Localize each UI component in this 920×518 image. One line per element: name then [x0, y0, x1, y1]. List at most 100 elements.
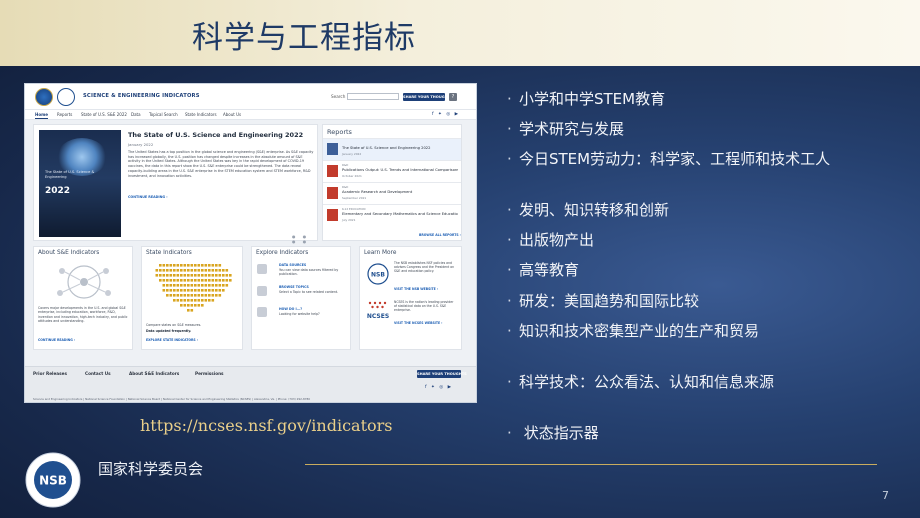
state-dot[interactable]: [211, 299, 215, 302]
state-dot[interactable]: [183, 289, 187, 292]
state-dot[interactable]: [187, 274, 190, 277]
state-dot[interactable]: [173, 264, 176, 267]
state-dot[interactable]: [169, 269, 173, 272]
state-dot[interactable]: [194, 269, 197, 272]
state-dot[interactable]: [187, 294, 190, 297]
state-dot[interactable]: [194, 299, 197, 302]
browse-reports-link[interactable]: BROWSE ALL REPORTS ›: [419, 233, 461, 237]
state-dot[interactable]: [204, 269, 208, 272]
report-item[interactable]: R&D Publications Output: U.S. Trends and…: [323, 160, 461, 182]
state-dot[interactable]: [183, 274, 187, 277]
state-dot[interactable]: [218, 284, 222, 287]
state-dot[interactable]: [176, 274, 180, 277]
state-dot[interactable]: [190, 299, 194, 302]
state-dot[interactable]: [201, 274, 204, 277]
state-dot[interactable]: [194, 264, 197, 267]
footer-contact-us[interactable]: Contact Us: [85, 371, 111, 376]
state-dot[interactable]: [197, 284, 201, 287]
state-dot[interactable]: [166, 284, 169, 287]
report-item[interactable]: R&D Academic Research and Development Se…: [323, 182, 461, 204]
nav-topical-search[interactable]: Topical Search: [149, 112, 178, 117]
state-dot[interactable]: [218, 279, 222, 282]
about-continue-link[interactable]: CONTINUE READING ›: [38, 338, 75, 342]
state-dot[interactable]: [162, 289, 166, 292]
footer-prior-releases[interactable]: Prior Releases: [33, 371, 67, 376]
data-sources-link[interactable]: DATA SOURCES: [279, 263, 306, 267]
state-dot[interactable]: [190, 309, 194, 312]
state-dot[interactable]: [176, 294, 180, 297]
state-dot[interactable]: [201, 289, 204, 292]
state-dot[interactable]: [204, 284, 208, 287]
nav-state-indicators[interactable]: State Indicators: [185, 112, 217, 117]
state-dot[interactable]: [229, 279, 232, 282]
share-thoughts-button[interactable]: SHARE YOUR THOUGHTS: [403, 93, 453, 101]
state-dot[interactable]: [229, 274, 232, 277]
nav-state-2022[interactable]: State of U.S. S&E 2022: [81, 112, 127, 117]
state-dot[interactable]: [183, 294, 187, 297]
state-dot[interactable]: [194, 274, 197, 277]
state-dot[interactable]: [197, 304, 201, 307]
state-dot[interactable]: [190, 279, 194, 282]
state-dot[interactable]: [215, 279, 218, 282]
state-dot[interactable]: [166, 289, 169, 292]
state-dot[interactable]: [208, 299, 211, 302]
social-icons[interactable]: f ✦ ◎ ▶: [432, 112, 460, 117]
state-dot[interactable]: [173, 269, 176, 272]
state-dot[interactable]: [201, 284, 204, 287]
state-dot[interactable]: [197, 294, 201, 297]
state-dot[interactable]: [176, 279, 180, 282]
state-dot[interactable]: [190, 294, 194, 297]
nsb-badge-icon[interactable]: NSB: [364, 262, 392, 286]
state-dot[interactable]: [169, 264, 173, 267]
state-dot[interactable]: [201, 279, 204, 282]
browse-topics-link[interactable]: BROWSE TOPICS: [279, 285, 309, 289]
state-dot[interactable]: [190, 284, 194, 287]
state-dot[interactable]: [159, 269, 162, 272]
state-dot[interactable]: [215, 269, 218, 272]
footer-share-button[interactable]: SHARE YOUR THOUGHTS: [417, 370, 467, 378]
nav-data[interactable]: Data: [131, 112, 141, 117]
state-dot[interactable]: [183, 304, 187, 307]
state-dot[interactable]: [222, 269, 225, 272]
state-dot[interactable]: [204, 289, 208, 292]
state-dot[interactable]: [180, 284, 183, 287]
state-dot[interactable]: [190, 274, 194, 277]
state-dot[interactable]: [180, 294, 183, 297]
state-dot[interactable]: [180, 274, 183, 277]
state-dot[interactable]: [218, 269, 222, 272]
state-dot[interactable]: [211, 294, 215, 297]
state-dot[interactable]: [155, 274, 159, 277]
state-dot[interactable]: [208, 294, 211, 297]
state-dot[interactable]: [187, 299, 190, 302]
state-dot[interactable]: [201, 304, 204, 307]
state-dot[interactable]: [208, 269, 211, 272]
state-dot[interactable]: [215, 264, 218, 267]
state-dot[interactable]: [180, 304, 183, 307]
state-dot[interactable]: [215, 274, 218, 277]
state-dot[interactable]: [215, 294, 218, 297]
state-dot[interactable]: [180, 264, 183, 267]
state-dot[interactable]: [180, 279, 183, 282]
state-dot[interactable]: [194, 279, 197, 282]
state-dot[interactable]: [197, 299, 201, 302]
carousel-dots[interactable]: ● ● ● ●: [292, 234, 317, 244]
state-dot[interactable]: [169, 274, 173, 277]
state-dot[interactable]: [201, 299, 204, 302]
report-item[interactable]: The State of U.S. Science and Engineerin…: [323, 138, 461, 160]
state-dot[interactable]: [183, 264, 187, 267]
state-dot[interactable]: [204, 299, 208, 302]
state-dot[interactable]: [225, 284, 229, 287]
state-dot[interactable]: [173, 294, 176, 297]
state-dot[interactable]: [173, 279, 176, 282]
state-dot[interactable]: [183, 269, 187, 272]
footer-social-icons[interactable]: f ✦ ◎ ▶: [425, 385, 453, 390]
nav-home[interactable]: Home: [35, 112, 48, 119]
state-dot[interactable]: [222, 279, 225, 282]
state-dot[interactable]: [162, 284, 166, 287]
state-dot[interactable]: [218, 294, 222, 297]
state-dot[interactable]: [204, 264, 208, 267]
state-dot[interactable]: [194, 304, 197, 307]
state-dot[interactable]: [190, 264, 194, 267]
state-dot[interactable]: [204, 294, 208, 297]
footer-permissions[interactable]: Permissions: [195, 371, 224, 376]
